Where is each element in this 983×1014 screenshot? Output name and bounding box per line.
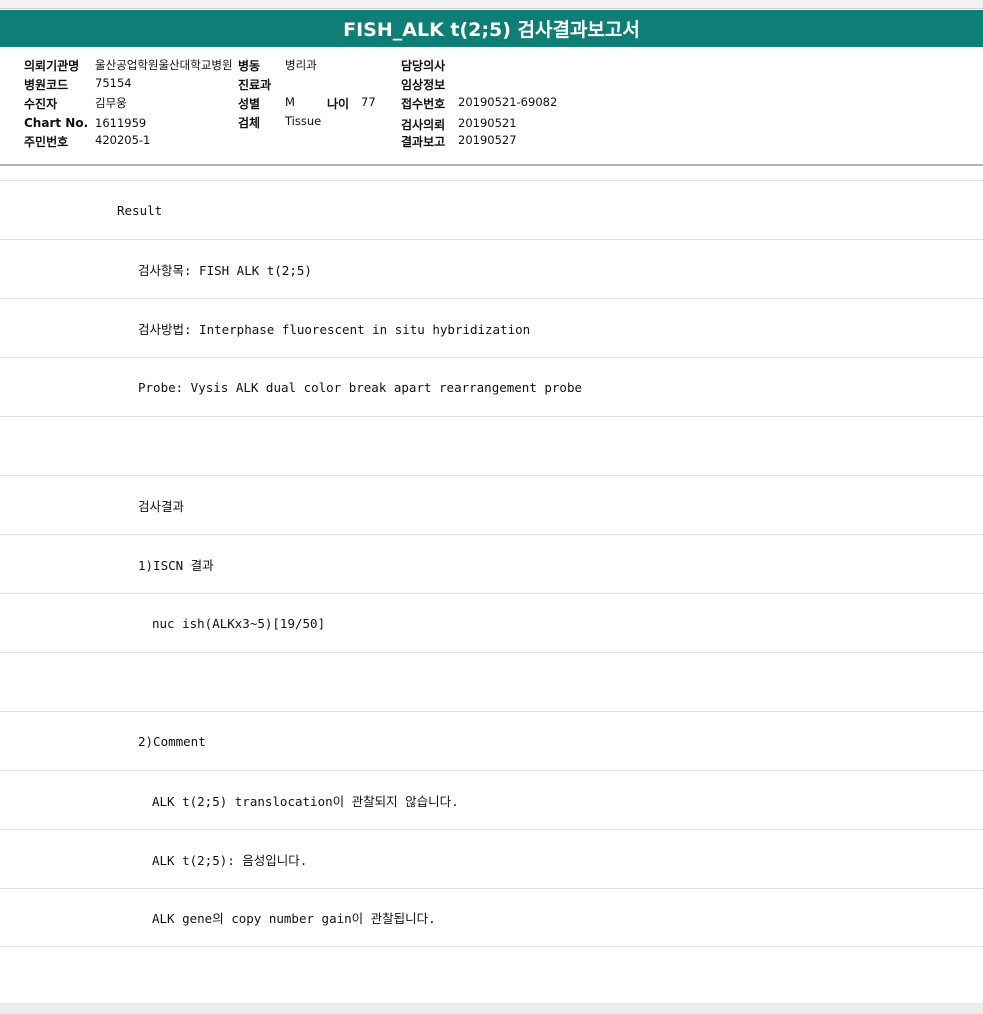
result-row-text: Probe: Vysis ALK dual color break apart …	[138, 379, 583, 395]
result-row-text: nuc ish(ALKx3~5)[19/50]	[152, 615, 326, 631]
result-row-text: 검사방법: Interphase fluorescent in situ hyb…	[138, 321, 531, 337]
report-date-value: 20190527	[458, 133, 517, 147]
institution-label: 의뢰기관명	[24, 59, 80, 73]
result-row: ALK t(2;5) translocation이 관찰되지 않습니다.	[0, 770, 983, 829]
sex-label: 성별	[238, 97, 261, 111]
result-row-text: 2)Comment	[138, 733, 206, 749]
result-row: ALK gene의 copy number gain이 관찰됩니다.	[0, 888, 983, 947]
result-row-text: 1)ISCN 결과	[138, 557, 214, 573]
request-date-value: 20190521	[458, 116, 517, 130]
department-label: 진료과	[238, 78, 272, 92]
patient-info-panel: 의뢰기관명 울산공업학원울산대학교병원 병원코드 75154 수진자 김무웅 C…	[0, 48, 983, 166]
result-row	[0, 652, 983, 711]
result-row: Probe: Vysis ALK dual color break apart …	[0, 357, 983, 416]
resident-no-value: 420205-1	[95, 133, 151, 147]
age-value: 77	[361, 95, 376, 109]
result-row-text: 검사항목: FISH ALK t(2;5)	[138, 262, 312, 278]
result-row: 검사항목: FISH ALK t(2;5)	[0, 239, 983, 298]
result-row-text: Result	[117, 202, 163, 218]
specimen-value: Tissue	[285, 114, 322, 128]
specimen-label: 검체	[238, 116, 261, 130]
result-row: nuc ish(ALKx3~5)[19/50]	[0, 593, 983, 652]
resident-no-label: 주민번호	[24, 135, 69, 149]
ward-value: 병리과	[285, 58, 317, 72]
chart-no-label: Chart No.	[24, 116, 89, 130]
chart-no-value: 1611959	[95, 116, 147, 130]
result-section: Result 검사항목: FISH ALK t(2;5) 검사방법: Interph…	[0, 180, 983, 947]
window-bottom-strip	[0, 1003, 983, 1014]
accession-no-label: 접수번호	[401, 97, 446, 111]
result-row: 2)Comment	[0, 711, 983, 770]
sex-value: M	[285, 95, 295, 109]
clinical-info-label: 임상정보	[401, 78, 446, 92]
patient-name-label: 수진자	[24, 97, 58, 111]
ward-label: 병동	[238, 59, 261, 73]
report-title: FISH_ALK t(2;5) 검사결과보고서	[0, 10, 983, 47]
window-top-strip	[0, 0, 983, 9]
result-row	[0, 416, 983, 475]
result-row-text: ALK gene의 copy number gain이 관찰됩니다.	[152, 911, 436, 926]
result-row: ALK t(2;5): 음성입니다.	[0, 829, 983, 888]
accession-no-value: 20190521-69082	[458, 95, 558, 109]
result-row-text: 검사결과	[138, 498, 185, 514]
result-row: Result	[0, 180, 983, 239]
hospital-code-label: 병원코드	[24, 78, 69, 92]
result-row: 1)ISCN 결과	[0, 534, 983, 593]
patient-name-value: 김무웅	[95, 96, 127, 110]
hospital-code-value: 75154	[95, 76, 132, 90]
result-row: 검사결과	[0, 475, 983, 534]
report-date-label: 결과보고	[401, 135, 446, 149]
age-label: 나이	[327, 97, 350, 111]
physician-label: 담당의사	[401, 59, 446, 73]
result-row-text: ALK t(2;5) translocation이 관찰되지 않습니다.	[152, 793, 459, 809]
institution-value: 울산공업학원울산대학교병원	[95, 58, 233, 72]
result-row-text: ALK t(2;5): 음성입니다.	[152, 852, 308, 868]
request-date-label: 검사의뢰	[401, 118, 446, 132]
result-row: 검사방법: Interphase fluorescent in situ hyb…	[0, 298, 983, 357]
